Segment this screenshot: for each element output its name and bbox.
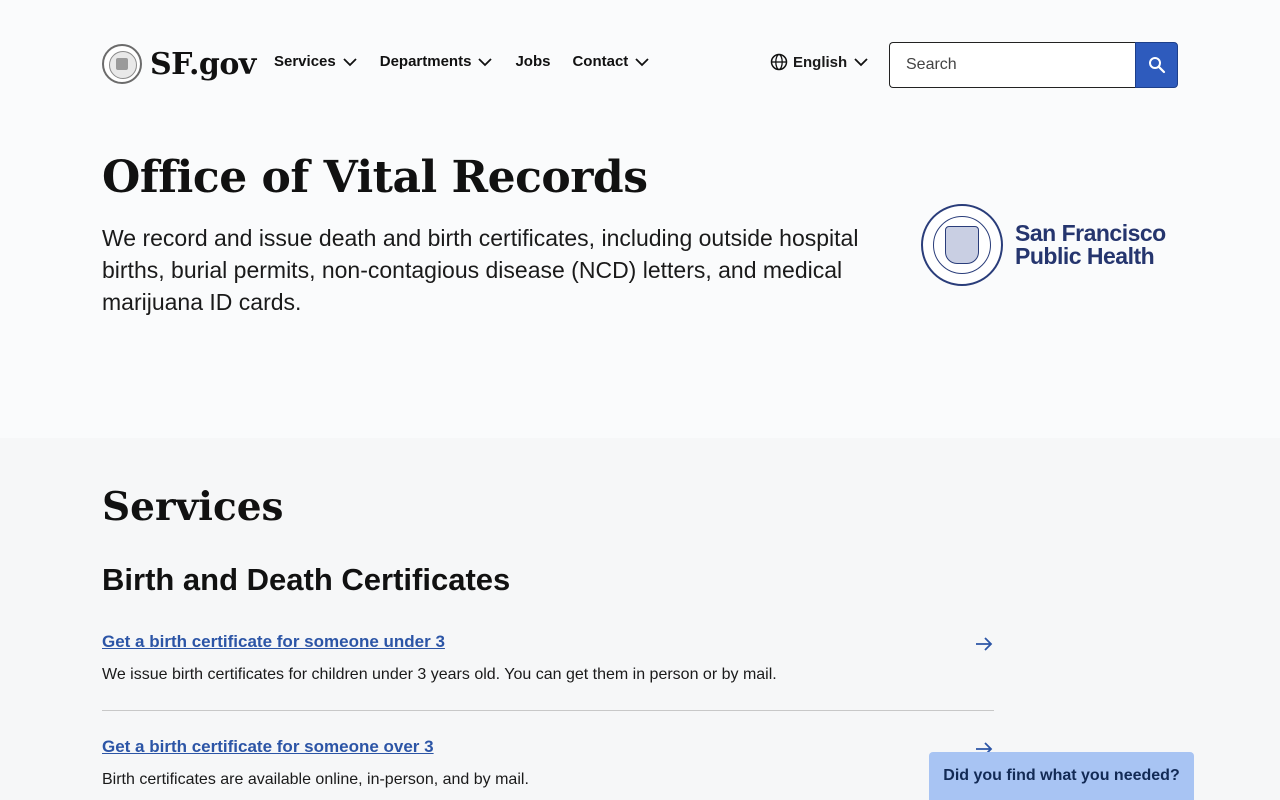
- search-input[interactable]: [889, 42, 1135, 88]
- public-health-logo-text: San Francisco Public Health: [1015, 222, 1166, 268]
- search-icon: [1148, 57, 1165, 74]
- search-form: [889, 42, 1178, 88]
- public-health-seal-icon: [921, 204, 1003, 286]
- sf-public-health-logo: San Francisco Public Health: [921, 204, 1166, 286]
- services-heading: Services: [102, 484, 284, 530]
- logo-text: SF.gov: [150, 46, 256, 82]
- nav-departments[interactable]: Departments: [380, 53, 494, 70]
- service-link-over-3[interactable]: Get a birth certificate for someone over…: [102, 737, 994, 757]
- nav-departments-label: Departments: [379, 53, 472, 70]
- search-button[interactable]: [1135, 42, 1178, 88]
- chevron-down-icon: [635, 57, 649, 66]
- main-nav: Services Departments Jobs Contact: [274, 53, 672, 70]
- page-description: We record and issue death and birth cert…: [102, 225, 859, 315]
- logo-line-2: Public Health: [1015, 243, 1155, 269]
- nav-services[interactable]: Services: [274, 53, 358, 70]
- nav-jobs[interactable]: Jobs: [515, 53, 550, 70]
- service-link-under-3[interactable]: Get a birth certificate for someone unde…: [102, 632, 994, 652]
- site-header: SF.gov Services Departments Jobs Contact…: [0, 0, 1280, 130]
- services-section: Services Birth and Death Certificates Ge…: [0, 438, 1280, 800]
- sf-gov-logo[interactable]: SF.gov: [102, 44, 256, 84]
- feedback-button[interactable]: Did you find what you needed?: [929, 752, 1194, 800]
- divider: [102, 710, 994, 711]
- service-item: Get a birth certificate for someone unde…: [102, 632, 994, 684]
- birth-death-certificates-heading: Birth and Death Certificates: [102, 562, 511, 597]
- chevron-down-icon: [478, 57, 493, 66]
- nav-services-label: Services: [274, 53, 336, 70]
- language-label: English: [793, 53, 848, 71]
- language-selector[interactable]: English: [770, 53, 869, 71]
- logo-line-1: San Francisco: [1015, 220, 1166, 246]
- chevron-down-icon: [343, 57, 357, 66]
- nav-contact[interactable]: Contact: [572, 53, 650, 70]
- service-item: Get a birth certificate for someone over…: [102, 737, 994, 789]
- service-description: Birth certificates are available online,…: [102, 771, 529, 788]
- globe-icon: [770, 53, 788, 71]
- nav-contact-label: Contact: [572, 53, 629, 70]
- chevron-down-icon: [854, 58, 868, 67]
- city-seal-icon: [102, 44, 142, 84]
- arrow-right-icon[interactable]: [974, 634, 994, 654]
- nav-jobs-label: Jobs: [515, 53, 551, 70]
- page-title: Office of Vital Records: [102, 152, 648, 203]
- service-description: We issue birth certificates for children…: [102, 666, 777, 683]
